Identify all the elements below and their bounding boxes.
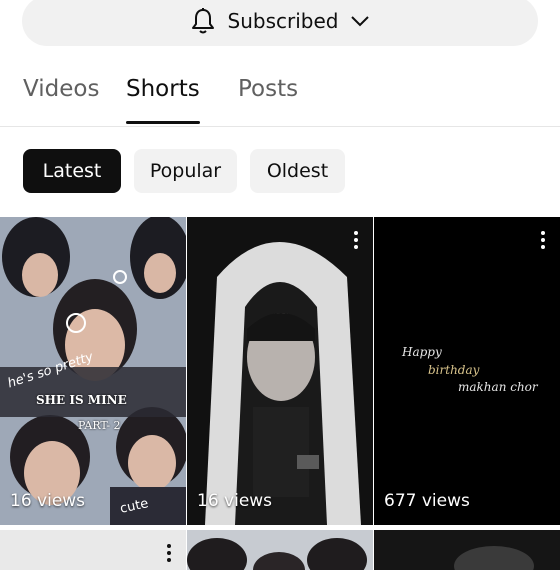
short-thumbnail-image bbox=[187, 217, 373, 525]
short-views: 16 views bbox=[10, 491, 86, 511]
more-vert-icon[interactable] bbox=[540, 231, 546, 252]
short-views: 677 views bbox=[384, 491, 470, 511]
overlay-text: PART- 2 bbox=[78, 419, 121, 432]
chip-popular[interactable]: Popular bbox=[134, 149, 237, 193]
more-vert-icon[interactable] bbox=[166, 544, 172, 565]
short-views: 16 views bbox=[197, 491, 273, 511]
tab-videos[interactable]: Videos bbox=[23, 76, 99, 102]
short-thumbnail[interactable] bbox=[374, 530, 560, 570]
tab-shorts[interactable]: Shorts bbox=[126, 76, 200, 102]
chip-latest[interactable]: Latest bbox=[23, 149, 121, 193]
short-thumbnail[interactable]: Happy birthday makhan chor 677 views bbox=[374, 217, 560, 525]
short-thumbnail[interactable]: 16 views bbox=[187, 217, 373, 525]
overlay-text: SHE IS MINE bbox=[36, 393, 127, 407]
overlay-text: Happy bbox=[402, 345, 442, 359]
short-thumbnail[interactable]: he's so pretty SHE IS MINE PART- 2 cute … bbox=[0, 217, 186, 525]
bell-icon bbox=[190, 7, 216, 35]
chevron-down-icon bbox=[350, 14, 370, 28]
channel-tabs: Videos Shorts Posts bbox=[0, 74, 560, 127]
more-vert-icon[interactable] bbox=[353, 231, 359, 252]
short-thumbnail[interactable] bbox=[0, 530, 186, 570]
subscribed-label: Subscribed bbox=[227, 9, 339, 33]
overlay-text: birthday bbox=[428, 363, 480, 377]
chip-oldest[interactable]: Oldest bbox=[250, 149, 345, 193]
overlay-text: makhan chor bbox=[458, 380, 538, 394]
tab-posts[interactable]: Posts bbox=[238, 76, 298, 102]
active-tab-indicator bbox=[126, 121, 200, 124]
subscribed-button[interactable]: Subscribed bbox=[22, 0, 538, 46]
short-thumbnail[interactable] bbox=[187, 530, 373, 570]
short-thumbnail-image bbox=[187, 530, 373, 570]
short-thumbnail-image bbox=[374, 530, 560, 570]
